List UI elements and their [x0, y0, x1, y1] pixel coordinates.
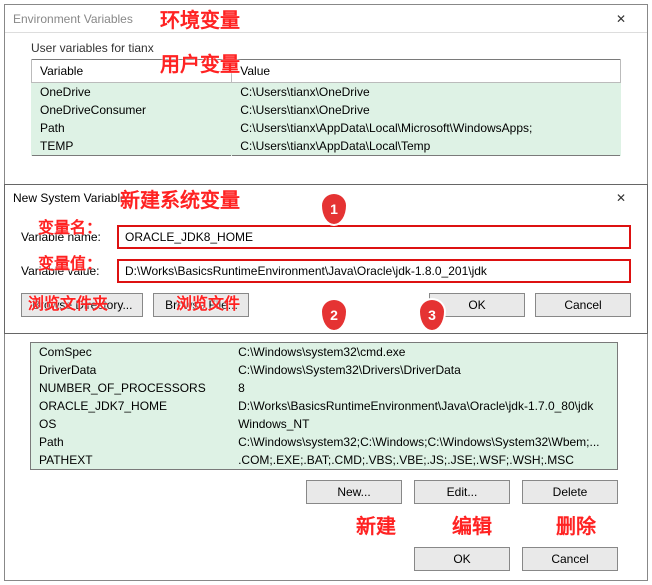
table-row[interactable]: PathC:\Windows\system32;C:\Windows;C:\Wi… — [31, 433, 618, 451]
cell-val: C:\Users\tianx\OneDrive — [232, 83, 621, 102]
col-variable[interactable]: Variable — [32, 60, 232, 83]
ok-button[interactable]: OK — [429, 293, 525, 317]
browse-dir-button[interactable]: Browse Directory... — [21, 293, 143, 317]
cell-var: Path — [32, 119, 232, 137]
cell-var: TEMP — [32, 137, 232, 156]
cell-val: Windows_NT — [230, 415, 617, 433]
cell-val: 8 — [230, 379, 617, 397]
table-row[interactable]: ComSpecC:\Windows\system32\cmd.exe — [31, 343, 618, 362]
env-titlebar: Environment Variables ✕ — [5, 5, 647, 33]
cell-val: C:\Windows\system32;C:\Windows;C:\Window… — [230, 433, 617, 451]
browse-file-button[interactable]: Browse File... — [153, 293, 249, 317]
cell-var: ORACLE_JDK7_HOME — [31, 397, 231, 415]
var-name-input[interactable] — [117, 225, 631, 249]
var-value-input[interactable] — [117, 259, 631, 283]
sys-edit-button[interactable]: Edit... — [414, 480, 510, 504]
cell-val: C:\Users\tianx\OneDrive — [232, 101, 621, 119]
sys-delete-button[interactable]: Delete — [522, 480, 618, 504]
cell-var: OneDrive — [32, 83, 232, 102]
close-icon[interactable]: ✕ — [603, 186, 639, 210]
cell-var: NUMBER_OF_PROCESSORS — [31, 379, 231, 397]
cell-var: ComSpec — [31, 343, 231, 362]
table-row[interactable]: NUMBER_OF_PROCESSORS8 — [31, 379, 618, 397]
cell-var: OneDriveConsumer — [32, 101, 232, 119]
newvar-title: New System Variable — [13, 191, 603, 205]
cell-val: .COM;.EXE;.BAT;.CMD;.VBS;.VBE;.JS;.JSE;.… — [230, 451, 617, 470]
col-value[interactable]: Value — [232, 60, 621, 83]
var-value-label: Variable value: — [21, 264, 117, 278]
table-row[interactable]: OSWindows_NT — [31, 415, 618, 433]
sys-vars-table[interactable]: ComSpecC:\Windows\system32\cmd.exeDriver… — [30, 342, 618, 470]
table-row[interactable]: DriverDataC:\Windows\System32\Drivers\Dr… — [31, 361, 618, 379]
table-row[interactable]: ORACLE_JDK7_HOMED:\Works\BasicsRuntimeEn… — [31, 397, 618, 415]
cell-val: C:\Users\tianx\AppData\Local\Temp — [232, 137, 621, 156]
sys-new-button[interactable]: New... — [306, 480, 402, 504]
cell-val: C:\Windows\system32\cmd.exe — [230, 343, 617, 362]
user-vars-section: User variables for tianx Variable Value … — [5, 33, 647, 164]
user-vars-label: User variables for tianx — [31, 41, 621, 55]
table-row[interactable]: OneDriveC:\Users\tianx\OneDrive — [32, 83, 621, 102]
table-row[interactable]: PathC:\Users\tianx\AppData\Local\Microso… — [32, 119, 621, 137]
env-title: Environment Variables — [13, 12, 603, 26]
newvar-titlebar: New System Variable ✕ — [5, 185, 647, 211]
cell-var: Path — [31, 433, 231, 451]
table-row[interactable]: TEMPC:\Users\tianx\AppData\Local\Temp — [32, 137, 621, 156]
cell-val: C:\Users\tianx\AppData\Local\Microsoft\W… — [232, 119, 621, 137]
cell-val: D:\Works\BasicsRuntimeEnvironment\Java\O… — [230, 397, 617, 415]
env-ok-button[interactable]: OK — [414, 547, 510, 571]
table-row[interactable]: PATHEXT.COM;.EXE;.BAT;.CMD;.VBS;.VBE;.JS… — [31, 451, 618, 470]
cell-var: DriverData — [31, 361, 231, 379]
new-sysvar-window: New System Variable ✕ Variable name: Var… — [4, 184, 648, 334]
sys-vars-section: ComSpecC:\Windows\system32\cmd.exeDriver… — [30, 342, 618, 504]
table-row[interactable]: OneDriveConsumerC:\Users\tianx\OneDrive — [32, 101, 621, 119]
close-icon[interactable]: ✕ — [603, 7, 639, 31]
cell-var: PATHEXT — [31, 451, 231, 470]
var-name-label: Variable name: — [21, 230, 117, 244]
cell-val: C:\Windows\System32\Drivers\DriverData — [230, 361, 617, 379]
env-cancel-button[interactable]: Cancel — [522, 547, 618, 571]
user-vars-table[interactable]: Variable Value OneDriveC:\Users\tianx\On… — [31, 59, 621, 156]
cell-var: OS — [31, 415, 231, 433]
cancel-button[interactable]: Cancel — [535, 293, 631, 317]
dialog-buttons: OK Cancel — [30, 547, 618, 571]
